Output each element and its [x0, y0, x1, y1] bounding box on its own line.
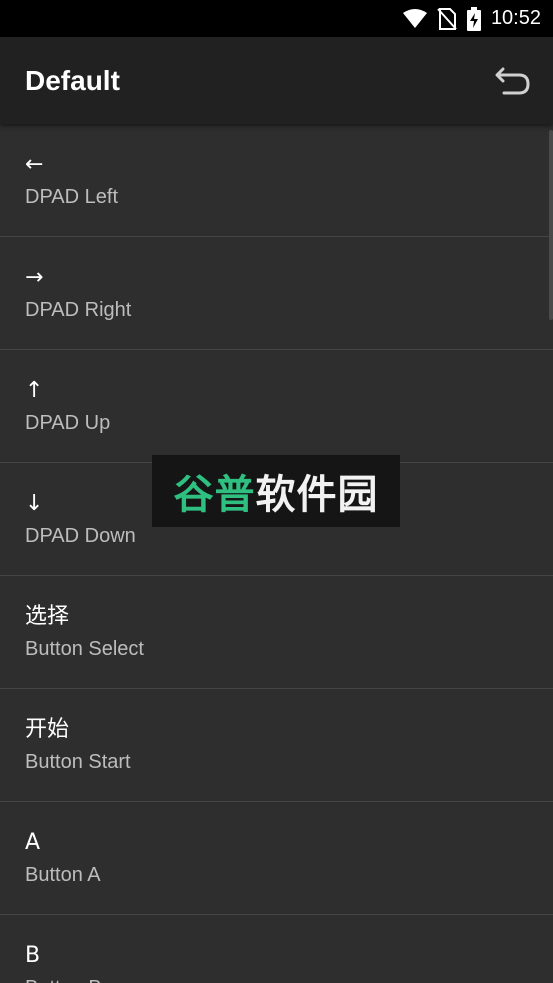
clock: 10:52: [490, 7, 541, 29]
key-label: DPAD Down: [25, 525, 136, 547]
list-item[interactable]: 选择 Button Select: [0, 576, 553, 689]
page-title: Default: [25, 64, 120, 96]
key-symbol: B: [25, 943, 41, 968]
scrollbar[interactable]: [549, 130, 553, 320]
key-label: DPAD Right: [25, 299, 132, 321]
list-item[interactable]: → DPAD Right: [0, 237, 553, 350]
key-mapping-list: ← DPAD Left → DPAD Right ↑ DPAD Up ↓ DPA…: [0, 124, 553, 983]
key-symbol: 开始: [25, 717, 70, 742]
key-label: Button Start: [25, 751, 131, 773]
key-label: DPAD Left: [25, 186, 118, 208]
undo-button[interactable]: [493, 61, 533, 101]
battery-charging-icon: [466, 6, 481, 31]
key-symbol: A: [25, 830, 41, 855]
status-bar: 10:52: [0, 0, 553, 37]
list-item[interactable]: A Button A: [0, 802, 553, 915]
key-symbol: ↓: [25, 491, 44, 516]
watermark-logo: 谷普 软件园: [152, 455, 400, 527]
key-label: Button Select: [25, 638, 144, 660]
undo-icon: [495, 67, 530, 94]
list-item[interactable]: 开始 Button Start: [0, 689, 553, 802]
list-item[interactable]: B Button B: [0, 915, 553, 983]
key-symbol: ←: [25, 152, 44, 177]
key-label: Button B: [25, 975, 102, 983]
key-label: DPAD Up: [25, 412, 111, 434]
key-label: Button A: [25, 864, 101, 886]
key-symbol: 选择: [25, 604, 70, 629]
app-bar: Default: [0, 37, 553, 124]
list-item[interactable]: ← DPAD Left: [0, 124, 553, 237]
wifi-icon: [402, 8, 427, 29]
watermark-text-white: 软件园: [255, 472, 379, 518]
key-symbol: →: [25, 265, 44, 290]
no-sim-icon: [437, 7, 457, 30]
watermark-text-green: 谷普: [173, 472, 256, 518]
key-symbol: ↑: [25, 378, 44, 403]
list-item[interactable]: ↑ DPAD Up: [0, 350, 553, 463]
